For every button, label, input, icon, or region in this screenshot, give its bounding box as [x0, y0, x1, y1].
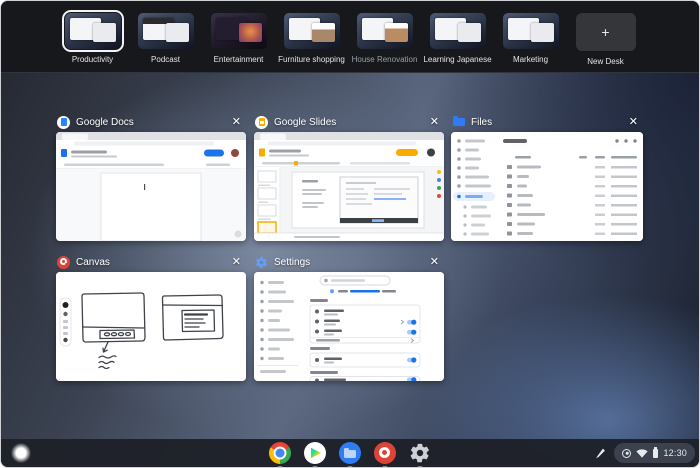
google-docs-icon	[57, 115, 70, 129]
new-desk-tile[interactable]: +	[575, 13, 636, 51]
window-card-files[interactable]: Files ✕	[451, 112, 643, 241]
shelf-app-files[interactable]	[339, 442, 361, 464]
shelf-apps	[269, 442, 431, 464]
shelf-app-play-store[interactable]	[304, 442, 326, 464]
desk-item-podcast[interactable]: Podcast	[137, 13, 194, 64]
tray-status-icon	[622, 448, 632, 458]
window-preview[interactable]	[56, 272, 246, 381]
window-preview[interactable]	[451, 132, 643, 241]
window-header: Google Docs ✕	[56, 112, 246, 132]
files-icon	[452, 116, 465, 129]
canvas-icon	[57, 255, 70, 269]
shelf-app-chrome[interactable]	[269, 442, 291, 464]
desk-label: Learning Japanese	[423, 55, 492, 64]
launcher-button[interactable]	[11, 443, 31, 463]
window-header: Files ✕	[451, 112, 643, 132]
play-store-icon	[304, 442, 326, 464]
desk-label: Marketing	[512, 55, 549, 64]
plus-icon: +	[601, 24, 610, 40]
desk-mini-window	[311, 23, 336, 42]
desk-item-learning-japanese[interactable]: Learning Japanese	[423, 13, 492, 64]
desk-thumbnail[interactable]	[137, 13, 194, 49]
shelf: 12:30	[1, 439, 699, 467]
desk-thumbnail[interactable]	[283, 13, 340, 49]
files-icon	[339, 442, 361, 464]
google-slides-icon	[255, 115, 268, 129]
shelf-app-canvas[interactable]	[374, 442, 396, 464]
desk-thumbnail[interactable]	[356, 13, 413, 49]
window-title: Google Slides	[274, 116, 337, 128]
docs-preview-art	[56, 132, 246, 241]
chrome-icon	[269, 442, 291, 464]
desk-mini-window	[530, 23, 555, 42]
close-window-button[interactable]: ✕	[232, 256, 241, 268]
clock: 12:30	[663, 448, 687, 458]
desks-bar: Productivity Podcast Entertainment Furni…	[1, 1, 699, 73]
window-header: Settings ✕	[254, 252, 444, 272]
desk-thumbnail[interactable]	[429, 13, 486, 49]
desk-item-furniture-shopping[interactable]: Furniture shopping	[278, 13, 345, 64]
canvas-preview-art	[56, 272, 246, 381]
desk-mini-window	[238, 23, 263, 42]
desk-item-productivity[interactable]: Productivity	[61, 9, 124, 64]
window-title: Files	[471, 116, 493, 128]
chromeos-overview-screen: Productivity Podcast Entertainment Furni…	[0, 0, 700, 468]
files-preview-art	[451, 132, 643, 241]
desk-item-house-renovation[interactable]: House Renovation	[352, 13, 417, 64]
window-card-google-slides[interactable]: Google Slides ✕	[254, 112, 444, 241]
close-window-button[interactable]: ✕	[629, 116, 638, 128]
system-tray-button[interactable]: 12:30	[614, 443, 695, 463]
status-tray: 12:30	[595, 443, 695, 463]
desk-mini-window	[165, 23, 190, 42]
desk-mini-window	[384, 23, 409, 42]
desk-label: Productivity	[71, 55, 114, 64]
desk-label: New Desk	[587, 57, 624, 66]
desk-thumbnail[interactable]	[502, 13, 559, 49]
close-window-button[interactable]: ✕	[232, 116, 241, 128]
desk-item-marketing[interactable]: Marketing	[502, 13, 559, 64]
canvas-icon	[374, 442, 396, 464]
battery-icon	[653, 446, 659, 458]
shelf-app-settings[interactable]	[409, 442, 431, 464]
desk-label: Podcast	[151, 55, 180, 64]
close-window-button[interactable]: ✕	[430, 256, 439, 268]
desk-label: House Renovation	[351, 55, 418, 64]
window-preview[interactable]	[254, 272, 444, 381]
window-card-google-docs[interactable]: Google Docs ✕	[56, 112, 246, 241]
desk-label: Entertainment	[213, 55, 264, 64]
desk-thumbnail[interactable]	[61, 9, 124, 53]
window-preview[interactable]	[254, 132, 444, 241]
wifi-icon	[636, 448, 649, 458]
settings-preview-art	[254, 272, 444, 381]
desk-label: Furniture shopping	[278, 55, 345, 64]
window-title: Canvas	[76, 256, 110, 268]
window-title: Google Docs	[76, 116, 134, 128]
window-preview[interactable]	[56, 132, 246, 241]
desk-item-entertainment[interactable]: Entertainment	[210, 13, 267, 64]
slides-preview-art	[254, 132, 444, 241]
window-title: Settings	[274, 256, 311, 268]
settings-icon	[255, 256, 268, 269]
new-desk-button[interactable]: + New Desk	[575, 13, 636, 66]
settings-gear-icon	[410, 443, 429, 463]
desk-mini-window	[457, 23, 482, 42]
window-card-canvas[interactable]: Canvas ✕	[56, 252, 246, 381]
close-window-button[interactable]: ✕	[430, 116, 439, 128]
desk-mini-window	[92, 23, 117, 42]
stylus-icon[interactable]	[595, 447, 606, 460]
desk-thumbnail[interactable]	[210, 13, 267, 49]
window-header: Canvas ✕	[56, 252, 246, 272]
window-card-settings[interactable]: Settings ✕	[254, 252, 444, 381]
window-header: Google Slides ✕	[254, 112, 444, 132]
